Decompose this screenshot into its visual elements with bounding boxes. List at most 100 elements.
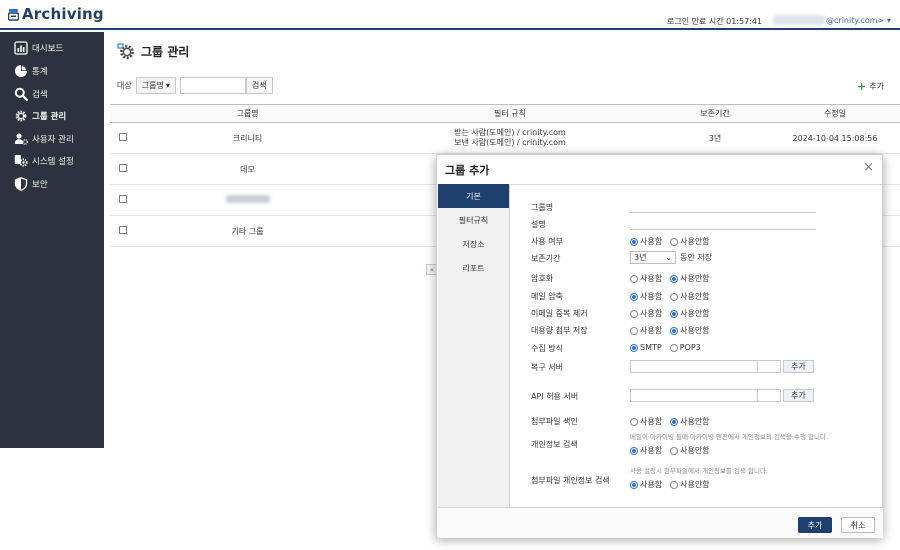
radio-label: 사용안함 [680,326,710,335]
retention-suffix: 동안 저장 [680,253,712,262]
sidebar-item-dashboard[interactable]: 대시보드 [14,41,63,55]
select-all-column [110,104,135,123]
tab-storage[interactable]: 저장소 [438,232,509,256]
encryption-on-radio[interactable]: 사용함 [630,273,662,284]
filter-rule-line: 보낸 사람(도메인) / crinity.com [454,138,566,147]
group-name-cell[interactable]: 기타 그룹 [135,215,360,247]
tab-basic[interactable]: 기본 [438,184,509,208]
group-name-cell[interactable] [135,184,360,216]
attachment-index-on-radio[interactable]: 사용함 [630,416,662,427]
row-checkbox[interactable] [118,164,127,172]
radio-label: 사용안함 [680,446,710,455]
compression-off-radio[interactable]: 사용안함 [670,291,710,302]
group-name-cell[interactable]: 데모 [135,153,360,185]
page-title: 그룹 관리 [141,44,190,59]
api-server-input[interactable] [630,389,758,402]
sidebar-item-label: 시스템 설정 [32,157,74,167]
row-checkbox[interactable] [118,195,127,203]
sidebar-item-system-settings[interactable]: 시스템 설정 [14,154,74,168]
column-header-retention[interactable]: 보존기간 [660,104,770,123]
collection-smtp-radio[interactable]: SMTP [630,343,662,352]
radio-unselected-icon [670,292,679,301]
table-header-row: 그룹명 필터 규칙 보존기간 수정일 [110,104,900,123]
top-header: Archiving 로그인 만료 시간 01:57:41 @crinity.co… [0,0,900,30]
user-name-blurred [773,15,825,25]
retention-select[interactable]: 3년 ⌄ [630,251,676,264]
collection-pop3-radio[interactable]: POP3 [669,343,701,352]
user-menu[interactable]: @crinity.com> ▾ [826,16,891,25]
compression-on-radio[interactable]: 사용함 [630,291,662,302]
sidebar-item-user-management[interactable]: 사용자 관리 [14,132,74,146]
sidebar-item-search[interactable]: 검색 [14,87,48,101]
compression-label: 메일 압축 [531,292,563,301]
app-logo[interactable]: Archiving [7,5,104,23]
radio-unselected-icon [670,237,679,246]
sidebar-item-group-management[interactable]: 그룹 관리 [14,109,66,123]
column-header-group-name[interactable]: 그룹명 [135,104,360,123]
radio-selected-icon [670,309,679,318]
sidebar-item-security[interactable]: 보안 [14,177,48,191]
personal-info-search-hint: 메일이 아카이빙 될때 아카이빙 엔진에서 개인정보의 검색을 수행 합니다. [630,433,828,441]
description-input[interactable] [630,222,816,230]
dashboard-icon [14,41,28,55]
restore-server-add-button[interactable]: 추가 [783,360,814,373]
api-server-add-button[interactable]: 추가 [783,389,814,402]
dedup-off-radio[interactable]: 사용안함 [670,308,710,319]
shield-icon [14,177,28,191]
sidebar-item-label: 검색 [32,90,48,100]
radio-selected-icon [630,480,638,489]
attachment-personal-info-hint: 사용 설정시 첨부파일에서 개인정보를 검색 합니다. [630,467,768,475]
submit-button[interactable]: 추가 [798,517,832,533]
table-row[interactable]: 크리니티 받는 사람(도메인) / crinity.com 보낸 사람(도메인)… [110,122,900,154]
use-on-radio[interactable]: 사용함 [630,236,662,247]
column-header-modified[interactable]: 수정일 [770,104,900,123]
search-input[interactable] [179,77,246,94]
add-group-dialog: 그룹 추가 × 기본 필터규칙 저장소 리포트 그룹명 설명 사용 여부 사용함… [436,154,883,538]
personal-info-search-on-radio[interactable]: 사용함 [630,445,662,456]
encryption-label: 암호화 [531,274,554,283]
radio-label: 사용함 [640,417,663,426]
user-gear-icon [14,132,28,146]
app-logo-text: Archiving [22,5,104,23]
radio-selected-icon [670,326,679,335]
group-name-cell[interactable]: 크리니티 [135,122,360,154]
attachment-personal-info-off-radio[interactable]: 사용안함 [670,479,710,490]
radio-selected-icon [630,237,638,246]
radio-unselected-icon [630,326,638,335]
search-button[interactable]: 검색 [245,77,273,94]
attachment-personal-info-label: 첨부파일 개인정보 검색 [531,476,610,485]
radio-selected-icon [630,292,638,301]
group-name-input[interactable] [630,205,816,213]
sidebar-item-stats[interactable]: 통계 [14,64,48,78]
row-checkbox[interactable] [118,226,127,234]
api-server-port-input[interactable] [757,389,781,402]
large-attachment-off-radio[interactable]: 사용안함 [670,325,710,336]
add-group-button[interactable]: + 추가 [857,81,884,92]
row-checkbox[interactable] [118,133,127,141]
user-email-text: @crinity.com> [826,16,885,25]
use-label: 사용 여부 [531,237,563,246]
search-icon [14,87,28,101]
restore-server-input[interactable] [630,360,758,373]
attachment-index-off-radio[interactable]: 사용안함 [670,416,710,427]
restore-server-port-input[interactable] [757,360,781,373]
cancel-button[interactable]: 취소 [841,517,875,533]
caret-down-icon: ▾ [165,81,170,90]
column-header-filter-rule[interactable]: 필터 규칙 [360,104,660,123]
radio-label: 사용안함 [680,309,710,318]
sidebar: 대시보드 통계 검색 그룹 관리 사용자 관리 시스템 설정 보안 [0,32,104,448]
personal-info-search-off-radio[interactable]: 사용안함 [670,445,710,456]
large-attachment-on-radio[interactable]: 사용함 [630,325,662,336]
use-off-radio[interactable]: 사용안함 [670,236,710,247]
attachment-personal-info-on-radio[interactable]: 사용함 [630,479,662,490]
personal-info-search-row: 메일이 아카이빙 될때 아카이빙 엔진에서 개인정보의 검색을 수행 합니다. … [531,431,871,461]
tab-filter-rules[interactable]: 필터규칙 [438,208,509,232]
sidebar-item-label: 사용자 관리 [32,135,74,145]
encryption-off-radio[interactable]: 사용안함 [670,273,710,284]
filter-field-select[interactable]: 그룹명 ▾ [135,77,176,94]
pie-chart-icon [14,64,28,78]
radio-selected-icon [670,417,679,426]
close-icon[interactable]: × [863,160,874,175]
dedup-on-radio[interactable]: 사용함 [630,308,662,319]
tab-report[interactable]: 리포트 [438,256,509,280]
